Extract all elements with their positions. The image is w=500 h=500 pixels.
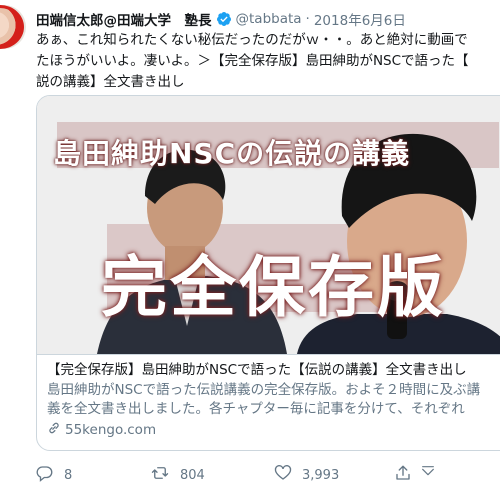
retweet-button[interactable]: 804	[150, 464, 205, 486]
bookmark-icon	[420, 464, 446, 484]
card-link[interactable]: 55kengo.com	[47, 421, 500, 439]
link-card[interactable]: 島田紳助NSCの伝説の講義 完全保存版 【完全保存版】島田紳助がNSCで語った【…	[36, 95, 500, 451]
separator-dot: ·	[305, 11, 310, 27]
image-overlay-big: 完全保存版	[101, 249, 446, 326]
tweet-date[interactable]: 2018年6月6日	[314, 9, 406, 29]
card-link-domain: 55kengo.com	[65, 422, 157, 438]
tweet-actions: 8 804 3,993	[36, 464, 500, 490]
reply-button[interactable]: 8	[36, 464, 72, 486]
verified-badge-icon	[216, 11, 232, 27]
bookmark-button[interactable]	[420, 464, 446, 484]
link-icon	[47, 421, 65, 439]
card-body[interactable]: 【完全保存版】島田紳助がNSCで語った【伝説の講義】全文書き出し 島田紳助がNS…	[37, 354, 500, 439]
retweet-icon	[150, 464, 180, 486]
tweet-text: あぁ、これ知られたくない秘伝だったのだがｗ・・。あと絶対に動画で たほうがいいよ…	[36, 32, 469, 90]
avatar[interactable]	[0, 5, 26, 49]
image-overlay-title: 島田紳助NSCの伝説の講義	[53, 137, 411, 170]
card-description: 島田紳助がNSCで語った伝説講義の完全保存版。およそ２時間に及ぶ講 義を全文書き…	[47, 382, 481, 417]
user-handle[interactable]: @tabbata	[236, 11, 302, 27]
like-icon	[274, 464, 302, 486]
card-image[interactable]: 島田紳助NSCの伝説の講義 完全保存版	[37, 96, 500, 354]
share-button[interactable]	[394, 464, 422, 486]
share-icon	[394, 464, 422, 486]
tweet-header: 田端信太郎@田端大学 塾長 @tabbata · 2018年6月6日	[36, 9, 406, 29]
display-name[interactable]: 田端信太郎@田端大学 塾長	[36, 9, 212, 29]
retweet-count: 804	[180, 467, 205, 483]
reply-count: 8	[64, 467, 73, 483]
like-button[interactable]: 3,993	[274, 464, 339, 486]
like-count: 3,993	[302, 467, 340, 483]
card-title: 【完全保存版】島田紳助がNSCで語った【伝説の講義】全文書き出し	[47, 362, 467, 378]
reply-icon	[36, 464, 64, 486]
